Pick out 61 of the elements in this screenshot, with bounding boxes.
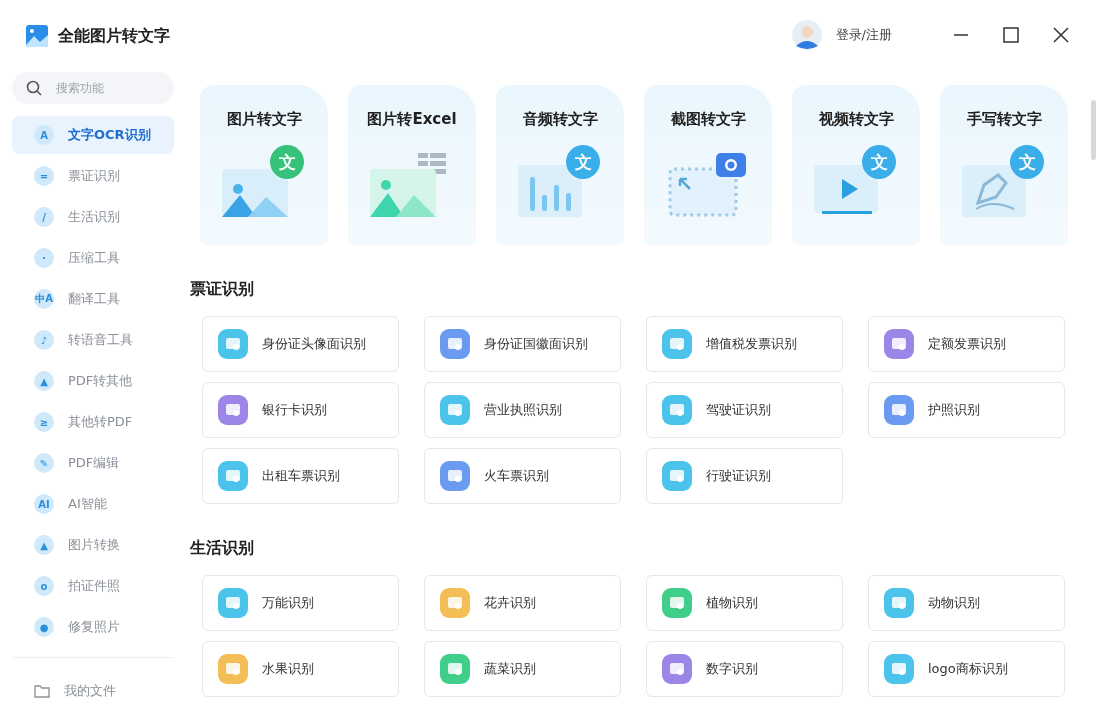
tool-card[interactable]: 植物识别	[646, 575, 843, 631]
tool-card[interactable]: 火车票识别	[424, 448, 621, 504]
tool-card[interactable]: 万能识别	[202, 575, 399, 631]
tool-card[interactable]: 水果识别	[202, 641, 399, 697]
text-badge: 文	[1010, 145, 1044, 179]
feature-title: 视频转文字	[818, 110, 894, 129]
scrollbar-thumb[interactable]	[1091, 100, 1096, 160]
tool-card[interactable]: 银行卡识别	[202, 382, 399, 438]
tool-card[interactable]: 动物识别	[868, 575, 1065, 631]
menu-item-icon: 中A	[34, 289, 54, 309]
close-icon[interactable]	[1052, 26, 1070, 44]
feature-card[interactable]: 视频转文字 文	[792, 85, 920, 245]
logo-icon	[26, 25, 48, 47]
menu-item-icon: =	[34, 166, 54, 186]
menu-item-icon: A	[34, 125, 54, 145]
text-badge: 文	[566, 145, 600, 179]
maximize-icon[interactable]	[1002, 26, 1020, 44]
feature-title: 音频转文字	[522, 110, 598, 129]
folder-icon	[34, 684, 50, 698]
feature-card[interactable]: 截图转文字	[644, 85, 772, 245]
section-title: 票证识别	[190, 279, 255, 300]
feature-card[interactable]: 图片转Excel	[348, 85, 476, 245]
menu-item-icon: /	[34, 207, 54, 227]
feature-card[interactable]: 图片转文字 文	[200, 85, 328, 245]
section-title: 生活识别	[190, 538, 255, 559]
menu-item-icon: ▲	[34, 535, 54, 555]
tool-card[interactable]: 花卉识别	[424, 575, 621, 631]
tool-card[interactable]: 护照识别	[868, 382, 1065, 438]
menu-item-icon: ✎	[34, 453, 54, 473]
search-icon	[26, 80, 42, 96]
feature-card[interactable]: 音频转文字 文	[496, 85, 624, 245]
app-title: 全能图片转文字	[58, 25, 170, 47]
tool-card[interactable]: 行驶证识别	[646, 448, 843, 504]
login-link[interactable]: 登录/注册	[835, 26, 892, 44]
menu-item-icon: AI	[34, 494, 54, 514]
tool-card[interactable]: logo商标识别	[868, 641, 1065, 697]
search-field[interactable]: 搜索功能	[12, 72, 174, 104]
tool-card[interactable]: 定额发票识别	[868, 316, 1065, 372]
tool-card[interactable]: 身份证头像面识别	[202, 316, 399, 372]
feature-card[interactable]: 手写转文字 文	[940, 85, 1068, 245]
tool-card[interactable]: 数字识别	[646, 641, 843, 697]
tool-card[interactable]: 出租车票识别	[202, 448, 399, 504]
tool-card[interactable]: 驾驶证识别	[646, 382, 843, 438]
sidebar-item[interactable]: A 文字OCR识别	[12, 116, 174, 154]
feature-title: 截图转文字	[670, 110, 746, 129]
feature-title: 手写转文字	[966, 110, 1042, 129]
tool-card[interactable]: 蔬菜识别	[424, 641, 621, 697]
avatar-icon[interactable]	[791, 20, 822, 50]
menu-item-icon: ●	[34, 617, 54, 637]
menu-item-icon: o	[34, 576, 54, 596]
tool-card[interactable]: 营业执照识别	[424, 382, 621, 438]
menu-item-icon: ♪	[34, 330, 54, 350]
menu-item-icon: ≥	[34, 412, 54, 432]
feature-title: 图片转Excel	[367, 110, 457, 129]
tool-card[interactable]: 增值税发票识别	[646, 316, 843, 372]
menu-item-icon: ·	[34, 248, 54, 268]
feature-title: 图片转文字	[226, 110, 302, 129]
tool-card[interactable]: 身份证国徽面识别	[424, 316, 621, 372]
text-badge: 文	[862, 145, 896, 179]
menu-item-icon: ▲	[34, 371, 54, 391]
text-badge: 文	[270, 145, 304, 179]
